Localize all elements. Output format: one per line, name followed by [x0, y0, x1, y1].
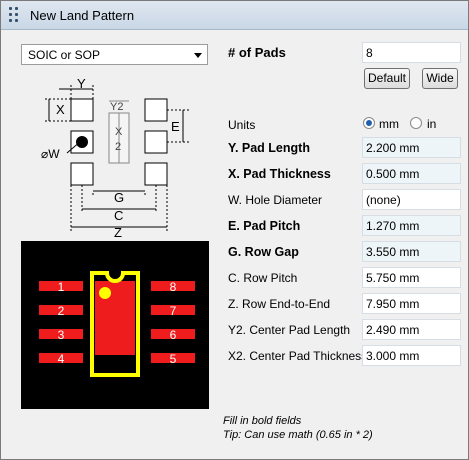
pad-pitch-label: E. Pad Pitch: [228, 219, 301, 233]
dim-e-label: E: [171, 119, 180, 134]
dim-y2-label: Y2: [110, 101, 123, 113]
center-pad-thickness-field[interactable]: 3.000 mm: [362, 345, 461, 366]
dim-x2-label-bottom: 2: [115, 141, 121, 153]
dim-y-label: Y: [77, 79, 86, 91]
pin1-marker: [99, 287, 111, 299]
window-title: New Land Pattern: [30, 8, 135, 23]
row-gap-field[interactable]: 3.550 mm: [362, 241, 461, 262]
units-label: Units: [228, 118, 256, 132]
hint-line-1: Fill in bold fields: [223, 415, 302, 427]
dim-z-label: Z: [114, 225, 122, 239]
units-mm-radio[interactable]: [363, 117, 375, 129]
footprint-diagram: Y X Y2 X 2 E ⌀W G C Z: [41, 79, 189, 239]
row-pitch-field[interactable]: 5.750 mm: [362, 267, 461, 288]
default-button[interactable]: Default: [364, 68, 410, 89]
title-bar[interactable]: New Land Pattern: [1, 1, 468, 30]
pad-thickness-field[interactable]: 0.500 mm: [362, 163, 461, 184]
center-pad-length-field[interactable]: 2.490 mm: [362, 319, 461, 340]
pin-label: 2: [58, 304, 65, 318]
pads-count-field[interactable]: 8: [362, 42, 461, 63]
units-mm-label[interactable]: mm: [379, 117, 399, 131]
hole-diameter-field[interactable]: (none): [362, 189, 461, 210]
wide-button[interactable]: Wide: [422, 68, 458, 89]
pad-length-field[interactable]: 2.200 mm: [362, 137, 461, 158]
pin-label: 3: [58, 328, 65, 342]
pad-thickness-label: X. Pad Thickness: [228, 167, 331, 181]
center-pad-thickness-label: X2. Center Pad Thickness: [228, 349, 368, 363]
pin-label: 4: [58, 352, 65, 366]
hole-diameter-label: W. Hole Diameter: [228, 193, 323, 207]
row-end-to-end-field[interactable]: 7.950 mm: [362, 293, 461, 314]
pad-pitch-field[interactable]: 1.270 mm: [362, 215, 461, 236]
pin-label: 7: [170, 304, 177, 318]
center-pad-length-label: Y2. Center Pad Length: [228, 323, 351, 337]
dim-x-label: X: [56, 102, 65, 117]
hint-line-2: Tip: Can use math (0.65 in * 2): [223, 429, 373, 441]
dim-x2-label-top: X: [115, 126, 123, 138]
units-in-label[interactable]: in: [427, 117, 436, 131]
pads-count-label: # of Pads: [228, 45, 286, 60]
row-end-to-end-label: Z. Row End-to-End: [228, 297, 331, 311]
row-gap-label: G. Row Gap: [228, 245, 299, 259]
pcb-preview: 1 2 3 4 8 7 6 5: [21, 241, 209, 409]
package-type-select[interactable]: SOIC or SOP: [21, 44, 208, 65]
window-menu-icon[interactable]: [9, 7, 21, 23]
pin-label: 5: [170, 352, 177, 366]
dim-g-label: G: [114, 190, 124, 205]
units-in-radio[interactable]: [410, 117, 422, 129]
dim-c-label: C: [114, 208, 123, 223]
pin-label: 1: [58, 280, 65, 294]
pin-label: 8: [170, 280, 177, 294]
package-type-value: SOIC or SOP: [28, 48, 101, 62]
pad-length-label: Y. Pad Length: [228, 141, 310, 155]
row-pitch-label: C. Row Pitch: [228, 271, 298, 285]
chevron-down-icon[interactable]: [194, 53, 202, 58]
dim-w-label: ⌀W: [41, 147, 60, 161]
pin-label: 6: [170, 328, 177, 342]
land-pattern-window: New Land Pattern SOIC or SOP Y X Y2 X 2 …: [0, 0, 469, 460]
